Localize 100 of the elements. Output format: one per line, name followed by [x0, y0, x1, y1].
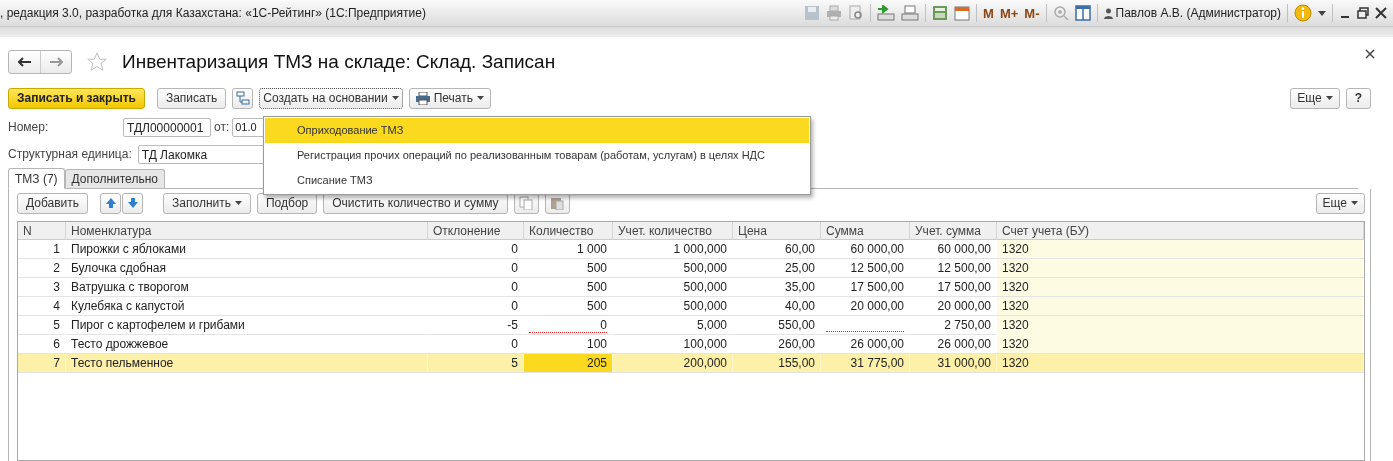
memory-button[interactable]: M	[983, 5, 994, 21]
create-based-on-button[interactable]: Создать на основании	[259, 87, 403, 109]
table-cell: 20 000,00	[821, 297, 910, 315]
table-cell: 1320	[997, 316, 1364, 337]
table-cell: 31 000,00	[910, 354, 997, 372]
table-row[interactable]: 3 Ватрушка с творогом 0 500 500,000 35,00 17 500,00 17 500,00 1320	[18, 278, 1364, 297]
export-icon[interactable]	[901, 5, 920, 21]
memory-button[interactable]: M+	[999, 5, 1019, 21]
import-icon[interactable]	[877, 5, 896, 21]
number-field[interactable]: ТДЛ00000001	[123, 117, 211, 137]
field-label: от:	[214, 120, 230, 134]
caret-icon	[1351, 201, 1358, 205]
table-cell: 2	[18, 259, 66, 277]
table-cell: 26 000,00	[821, 335, 910, 353]
printer-icon	[415, 91, 430, 105]
table-cell: 500	[524, 278, 613, 296]
table-cell: Тесто пельменное	[66, 354, 428, 372]
table-cell: 1320	[997, 354, 1364, 372]
user-icon	[1103, 7, 1113, 19]
move-down-button[interactable]	[122, 192, 144, 214]
restore-icon[interactable]	[1357, 7, 1369, 19]
table-row[interactable]: 6 Тесто дрожжевое 0 100 100,000 260,00 26 000,00 26 000,00 1320	[18, 335, 1364, 354]
table-cell: 12 500,00	[821, 259, 910, 277]
table-cell: 17 500,00	[821, 278, 910, 296]
table-cell: 0	[428, 297, 524, 315]
table-cell: 155,00	[733, 354, 821, 372]
caret-icon	[234, 201, 242, 205]
print-icon[interactable]	[826, 5, 843, 21]
print-button[interactable]: Печать	[408, 87, 492, 109]
table-cell: 1320	[997, 259, 1364, 277]
move-up-button[interactable]	[100, 192, 122, 214]
structure-button[interactable]	[232, 87, 254, 109]
table-cell: 260,00	[733, 335, 821, 353]
table-cell: 500,000	[613, 278, 733, 296]
table-cell: 0	[428, 335, 524, 353]
tab[interactable]: ТМЗ (7)	[8, 168, 65, 189]
table-cell: 60,00	[733, 240, 821, 258]
star-icon[interactable]	[86, 51, 108, 73]
fill-button[interactable]: Заполнить	[163, 192, 251, 214]
table-row[interactable]: 2 Булочка сдобная 0 500 500,000 25,00 12 500,00 12 500,00 1320	[18, 259, 1364, 278]
table-cell: Пирожки с яблоками	[66, 240, 428, 258]
arrow-down-icon	[126, 197, 139, 209]
help-button[interactable]: ?	[1345, 87, 1371, 109]
table-cell: Ватрушка с творогом	[66, 278, 428, 296]
table-row[interactable]: 7 Тесто пельменное 5 205 200,000 155,00 31 775,00 31 000,00 1320	[18, 354, 1364, 373]
table-cell: 1 000	[524, 240, 613, 258]
table-cell: Булочка сдобная	[66, 259, 428, 277]
field-label: Номер:	[8, 120, 50, 134]
table-cell: 1 000,000	[613, 240, 733, 258]
table-cell: 1320	[997, 297, 1364, 315]
arrow-right-icon	[49, 57, 63, 67]
caret-icon	[391, 96, 399, 100]
hierarchy-icon	[235, 91, 250, 105]
table-cell: 4	[18, 297, 66, 315]
more-button[interactable]: Еще	[1290, 87, 1340, 109]
calendar-icon[interactable]	[954, 5, 971, 21]
panel-icon[interactable]	[1074, 5, 1091, 21]
table-cell: 6	[18, 335, 66, 353]
calculator-icon[interactable]	[932, 5, 949, 21]
table-cell: 60 000,00	[821, 240, 910, 258]
table-row[interactable]: 1 Пирожки с яблоками 0 1 000 1 000,000 60,00 60 000,00 60 000,00 1320	[18, 240, 1364, 259]
menu-item[interactable]: Оприходование ТМЗ	[265, 118, 809, 143]
table-cell: Тесто дрожжевое	[66, 335, 428, 353]
table-cell: 500	[524, 259, 613, 277]
table-cell: 500,000	[613, 259, 733, 277]
table-cell: 40,00	[733, 297, 821, 315]
table-cell: 31 775,00	[821, 354, 910, 372]
memory-button[interactable]: M-	[1024, 5, 1040, 21]
table-row[interactable]: 4 Кулебяка с капустой 0 500 500,000 40,00 20 000,00 20 000,00 1320	[18, 297, 1364, 316]
table-cell: 0	[428, 240, 524, 258]
table-cell: 1320	[997, 278, 1364, 296]
table-cell: 1	[18, 240, 66, 258]
table-cell: 7	[18, 354, 66, 372]
caret-icon	[477, 96, 485, 100]
table-cell: 35,00	[733, 278, 821, 296]
tab[interactable]: Дополнительно	[64, 169, 165, 188]
table-cell: 100,000	[613, 335, 733, 353]
preview-icon[interactable]	[848, 5, 865, 21]
paste-icon	[550, 196, 564, 210]
arrow-up-icon	[104, 197, 117, 209]
zoom-icon[interactable]	[1052, 5, 1069, 21]
add-button[interactable]: Добавить	[17, 192, 89, 214]
info-icon[interactable]	[1294, 4, 1312, 22]
user-name[interactable]: Павлов А.В. (Администратор)	[1103, 6, 1281, 20]
save-and-close-button[interactable]: Записать и закрыть	[8, 87, 145, 109]
table-cell: 3	[18, 278, 66, 296]
table-cell: 100	[524, 335, 613, 353]
close-icon[interactable]	[1375, 7, 1387, 19]
caret-icon	[1325, 96, 1333, 100]
table-cell: 1320	[997, 335, 1364, 353]
more-button[interactable]: Еще	[1315, 192, 1365, 214]
form-title: Инвентаризация ТМЗ на складе: Склад. Записан	[122, 51, 556, 73]
window-title: , редакция 3.0, разработка для Казахстана: «1С-Рейтинг» (1С:Предприятие)	[0, 6, 426, 20]
table-row[interactable]: 5 Пирог с картофелем и грибами -5 0 5,000 550,00 2 750,00 1320	[18, 316, 1364, 335]
arrow-left-icon	[17, 57, 32, 67]
table-cell: 1320	[997, 240, 1364, 258]
table-cell: 0	[428, 259, 524, 277]
table-cell: 500,000	[613, 297, 733, 315]
dropdown-icon[interactable]	[1318, 10, 1326, 16]
save-button[interactable]: Записать	[156, 87, 227, 109]
